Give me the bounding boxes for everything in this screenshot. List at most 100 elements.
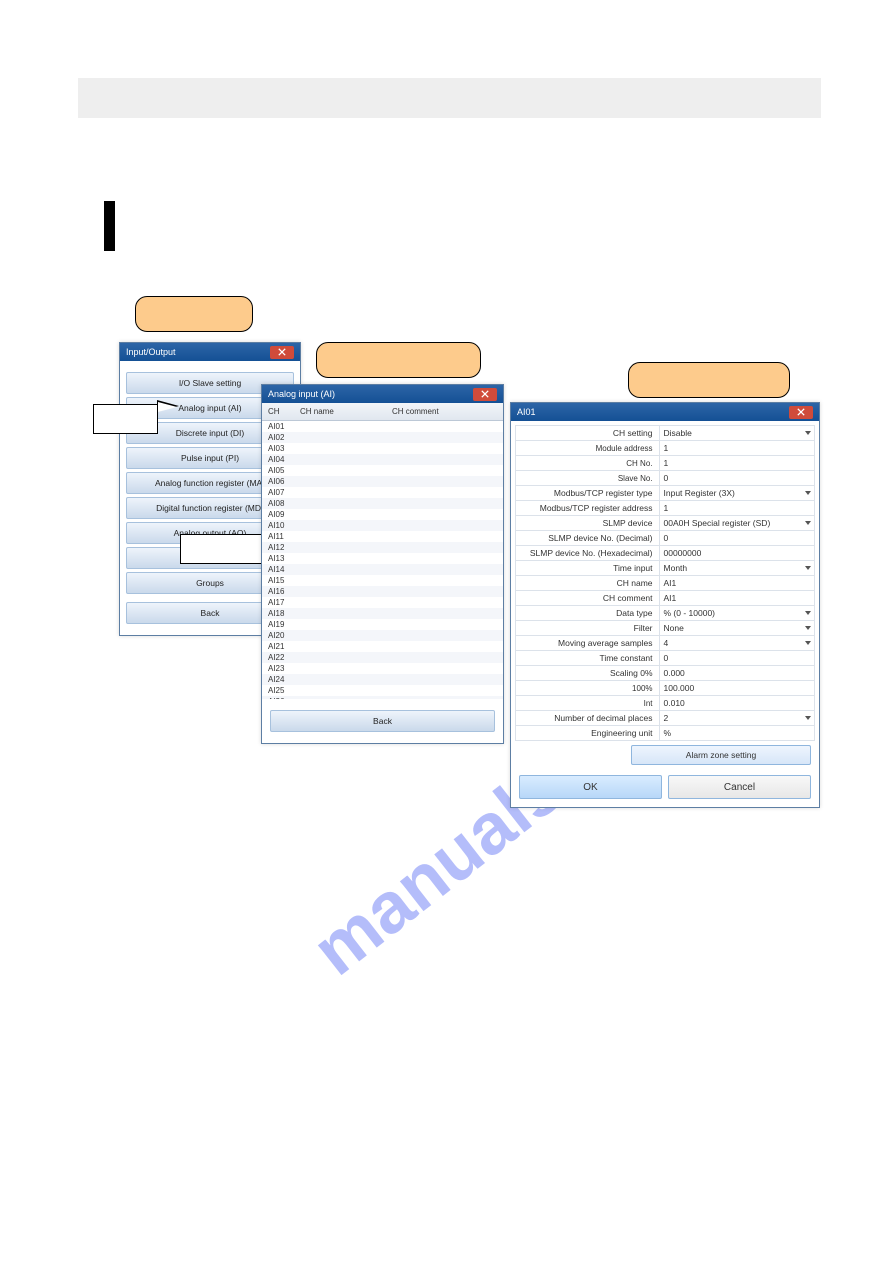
list-item[interactable]: AI04 <box>262 454 503 465</box>
property-table: CH settingDisableModule address1CH No.1S… <box>515 425 815 741</box>
field-label: SLMP device No. (Decimal) <box>516 531 660 546</box>
field-label: Number of decimal places <box>516 711 660 726</box>
callout-box-1 <box>93 404 158 434</box>
table-row: SLMP device No. (Decimal)0 <box>516 531 815 546</box>
field-value[interactable]: 4 <box>659 636 814 651</box>
titlebar[interactable]: Analog input (AI) <box>262 385 503 403</box>
field-value[interactable]: 1 <box>659 456 814 471</box>
close-icon[interactable] <box>473 388 497 401</box>
titlebar[interactable]: AI01 <box>511 403 819 421</box>
field-value[interactable]: 1 <box>659 441 814 456</box>
field-label: SLMP device No. (Hexadecimal) <box>516 546 660 561</box>
table-row: Data type% (0 - 10000) <box>516 606 815 621</box>
field-label: Engineering unit <box>516 726 660 741</box>
list-item[interactable]: AI17 <box>262 597 503 608</box>
list-item[interactable]: AI05 <box>262 465 503 476</box>
table-row: 100%100.000 <box>516 681 815 696</box>
list-item[interactable]: AI02 <box>262 432 503 443</box>
field-value[interactable]: AI1 <box>659 591 814 606</box>
list-item[interactable]: AI19 <box>262 619 503 630</box>
list-item[interactable]: AI07 <box>262 487 503 498</box>
window-title: AI01 <box>517 403 536 421</box>
list-item[interactable]: AI24 <box>262 674 503 685</box>
list-item[interactable]: AI13 <box>262 553 503 564</box>
table-row: Int0.010 <box>516 696 815 711</box>
field-label: 100% <box>516 681 660 696</box>
ok-button[interactable]: OK <box>519 775 662 799</box>
field-label: Moving average samples <box>516 636 660 651</box>
list-item[interactable]: AI20 <box>262 630 503 641</box>
field-label: CH name <box>516 576 660 591</box>
field-value[interactable]: 100.000 <box>659 681 814 696</box>
list-item[interactable]: AI21 <box>262 641 503 652</box>
window-title: Analog input (AI) <box>268 385 335 403</box>
field-value[interactable]: 00A0H Special register (SD) <box>659 516 814 531</box>
callout-box-2 <box>180 534 266 564</box>
list-item[interactable]: AI16 <box>262 586 503 597</box>
list-item[interactable]: AI12 <box>262 542 503 553</box>
field-value[interactable]: 00000000 <box>659 546 814 561</box>
cancel-button[interactable]: Cancel <box>668 775 811 799</box>
field-value[interactable]: 0.000 <box>659 666 814 681</box>
table-row: Time inputMonth <box>516 561 815 576</box>
field-value[interactable]: % (0 - 10000) <box>659 606 814 621</box>
list-item[interactable]: AI03 <box>262 443 503 454</box>
list-header: CH CH name CH comment <box>262 403 503 421</box>
list-item[interactable]: AI09 <box>262 509 503 520</box>
list-item[interactable]: AI14 <box>262 564 503 575</box>
list-item[interactable]: AI25 <box>262 685 503 696</box>
list-item[interactable]: AI15 <box>262 575 503 586</box>
col-ch: CH <box>268 407 300 416</box>
list-item[interactable]: AI10 <box>262 520 503 531</box>
table-row: Slave No.0 <box>516 471 815 486</box>
list-item[interactable]: AI11 <box>262 531 503 542</box>
table-row: CH commentAI1 <box>516 591 815 606</box>
field-value[interactable]: 0.010 <box>659 696 814 711</box>
window-body: CH settingDisableModule address1CH No.1S… <box>511 421 819 807</box>
btn-alarm-zone-setting[interactable]: Alarm zone setting <box>631 745 811 765</box>
button-row: OK Cancel <box>515 767 815 803</box>
field-value[interactable]: % <box>659 726 814 741</box>
field-label: Filter <box>516 621 660 636</box>
field-label: CH setting <box>516 426 660 441</box>
left-margin-marker <box>104 201 115 251</box>
field-value[interactable]: 1 <box>659 501 814 516</box>
window-footer: Back <box>262 699 503 743</box>
window-title: Input/Output <box>126 343 176 361</box>
titlebar[interactable]: Input/Output <box>120 343 300 361</box>
close-icon[interactable] <box>789 406 813 419</box>
list-item[interactable]: AI18 <box>262 608 503 619</box>
field-label: Modbus/TCP register type <box>516 486 660 501</box>
field-value[interactable]: 0 <box>659 471 814 486</box>
field-label: Modbus/TCP register address <box>516 501 660 516</box>
list-item[interactable]: AI23 <box>262 663 503 674</box>
field-label: Int <box>516 696 660 711</box>
table-row: Scaling 0%0.000 <box>516 666 815 681</box>
list-item[interactable]: AI08 <box>262 498 503 509</box>
field-value[interactable]: 0 <box>659 651 814 666</box>
btn-back[interactable]: Back <box>270 710 495 732</box>
field-value[interactable]: 2 <box>659 711 814 726</box>
field-value[interactable]: AI1 <box>659 576 814 591</box>
window-analog-input-list: Analog input (AI) CH CH name CH comment … <box>261 384 504 744</box>
field-value[interactable]: Input Register (3X) <box>659 486 814 501</box>
field-label: Module address <box>516 441 660 456</box>
table-row: CH nameAI1 <box>516 576 815 591</box>
close-icon[interactable] <box>270 346 294 359</box>
field-value[interactable]: None <box>659 621 814 636</box>
table-row: Module address1 <box>516 441 815 456</box>
list-item[interactable]: AI22 <box>262 652 503 663</box>
channel-list[interactable]: AI01AI02AI03AI04AI05AI06AI07AI08AI09AI10… <box>262 421 503 699</box>
col-comment: CH comment <box>392 407 439 416</box>
field-value[interactable]: 0 <box>659 531 814 546</box>
list-item[interactable]: AI01 <box>262 421 503 432</box>
col-name: CH name <box>300 407 392 416</box>
table-row: Modbus/TCP register address1 <box>516 501 815 516</box>
list-item[interactable]: AI06 <box>262 476 503 487</box>
table-row: SLMP device No. (Hexadecimal)00000000 <box>516 546 815 561</box>
field-label: Data type <box>516 606 660 621</box>
table-row: CH settingDisable <box>516 426 815 441</box>
field-value[interactable]: Month <box>659 561 814 576</box>
page-header-bar <box>78 78 821 118</box>
field-value[interactable]: Disable <box>659 426 814 441</box>
